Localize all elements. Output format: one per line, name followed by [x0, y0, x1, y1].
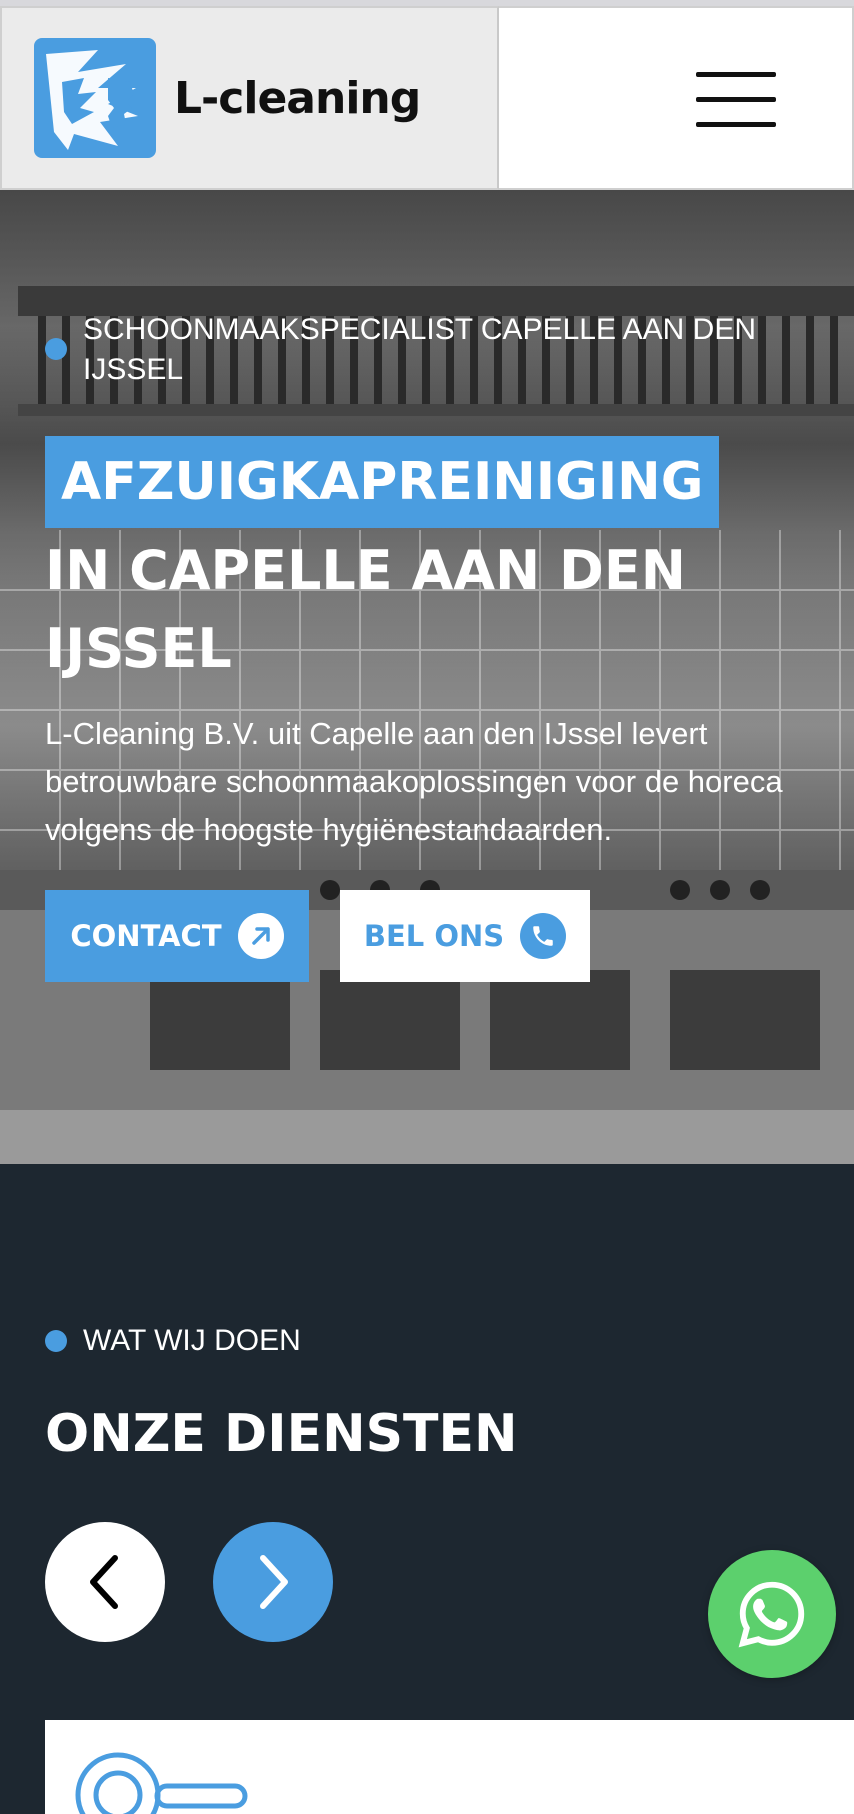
whatsapp-icon — [738, 1581, 805, 1648]
lion-head-logo-icon — [34, 38, 156, 158]
menu-area — [499, 6, 854, 190]
chevron-left-icon — [90, 1555, 118, 1609]
arrow-up-right-icon — [237, 913, 284, 959]
call-button-label: BEL ONS — [363, 919, 505, 953]
services-eyebrow-text: WAT WIJ DOEN — [83, 1324, 301, 1357]
contact-button[interactable]: CONTACT — [45, 890, 309, 982]
services-title: ONZE DIENSTEN — [45, 1404, 518, 1464]
hero-title-highlight: AFZUIGKAPREINIGING — [45, 436, 720, 528]
carousel-prev-button[interactable] — [45, 1522, 165, 1642]
services-eyebrow: WAT WIJ DOEN — [45, 1324, 301, 1358]
whatsapp-button[interactable] — [708, 1550, 836, 1678]
carousel-next-button[interactable] — [213, 1522, 333, 1642]
hero-eyebrow: SCHOONMAAKSPECIALIST CAPELLE AAN DEN IJS… — [45, 310, 765, 390]
accent-dot — [45, 338, 67, 360]
accent-dot — [45, 1330, 67, 1352]
call-button[interactable]: BEL ONS — [340, 890, 590, 982]
phone-icon — [520, 913, 567, 959]
brand-name: L-cleaning — [174, 72, 421, 124]
frying-pan-icon — [75, 1752, 248, 1814]
hero-eyebrow-text: SCHOONMAAKSPECIALIST CAPELLE AAN DEN IJS… — [83, 313, 756, 386]
brand-link[interactable]: L-cleaning — [0, 6, 499, 190]
chevron-right-icon — [260, 1555, 288, 1609]
hamburger-menu-icon[interactable] — [696, 70, 776, 130]
hero-description: L-Cleaning B.V. uit Capelle aan den IJss… — [45, 716, 783, 847]
hero-section: SCHOONMAAKSPECIALIST CAPELLE AAN DEN IJS… — [0, 190, 854, 1164]
service-card[interactable] — [45, 1720, 854, 1814]
services-section: WAT WIJ DOEN ONZE DIENSTEN — [0, 1164, 854, 1814]
contact-button-label: CONTACT — [70, 919, 222, 953]
hero-title: IN CAPELLE AAN DEN IJSSEL — [45, 539, 686, 680]
site-header: L-cleaning — [0, 6, 854, 190]
